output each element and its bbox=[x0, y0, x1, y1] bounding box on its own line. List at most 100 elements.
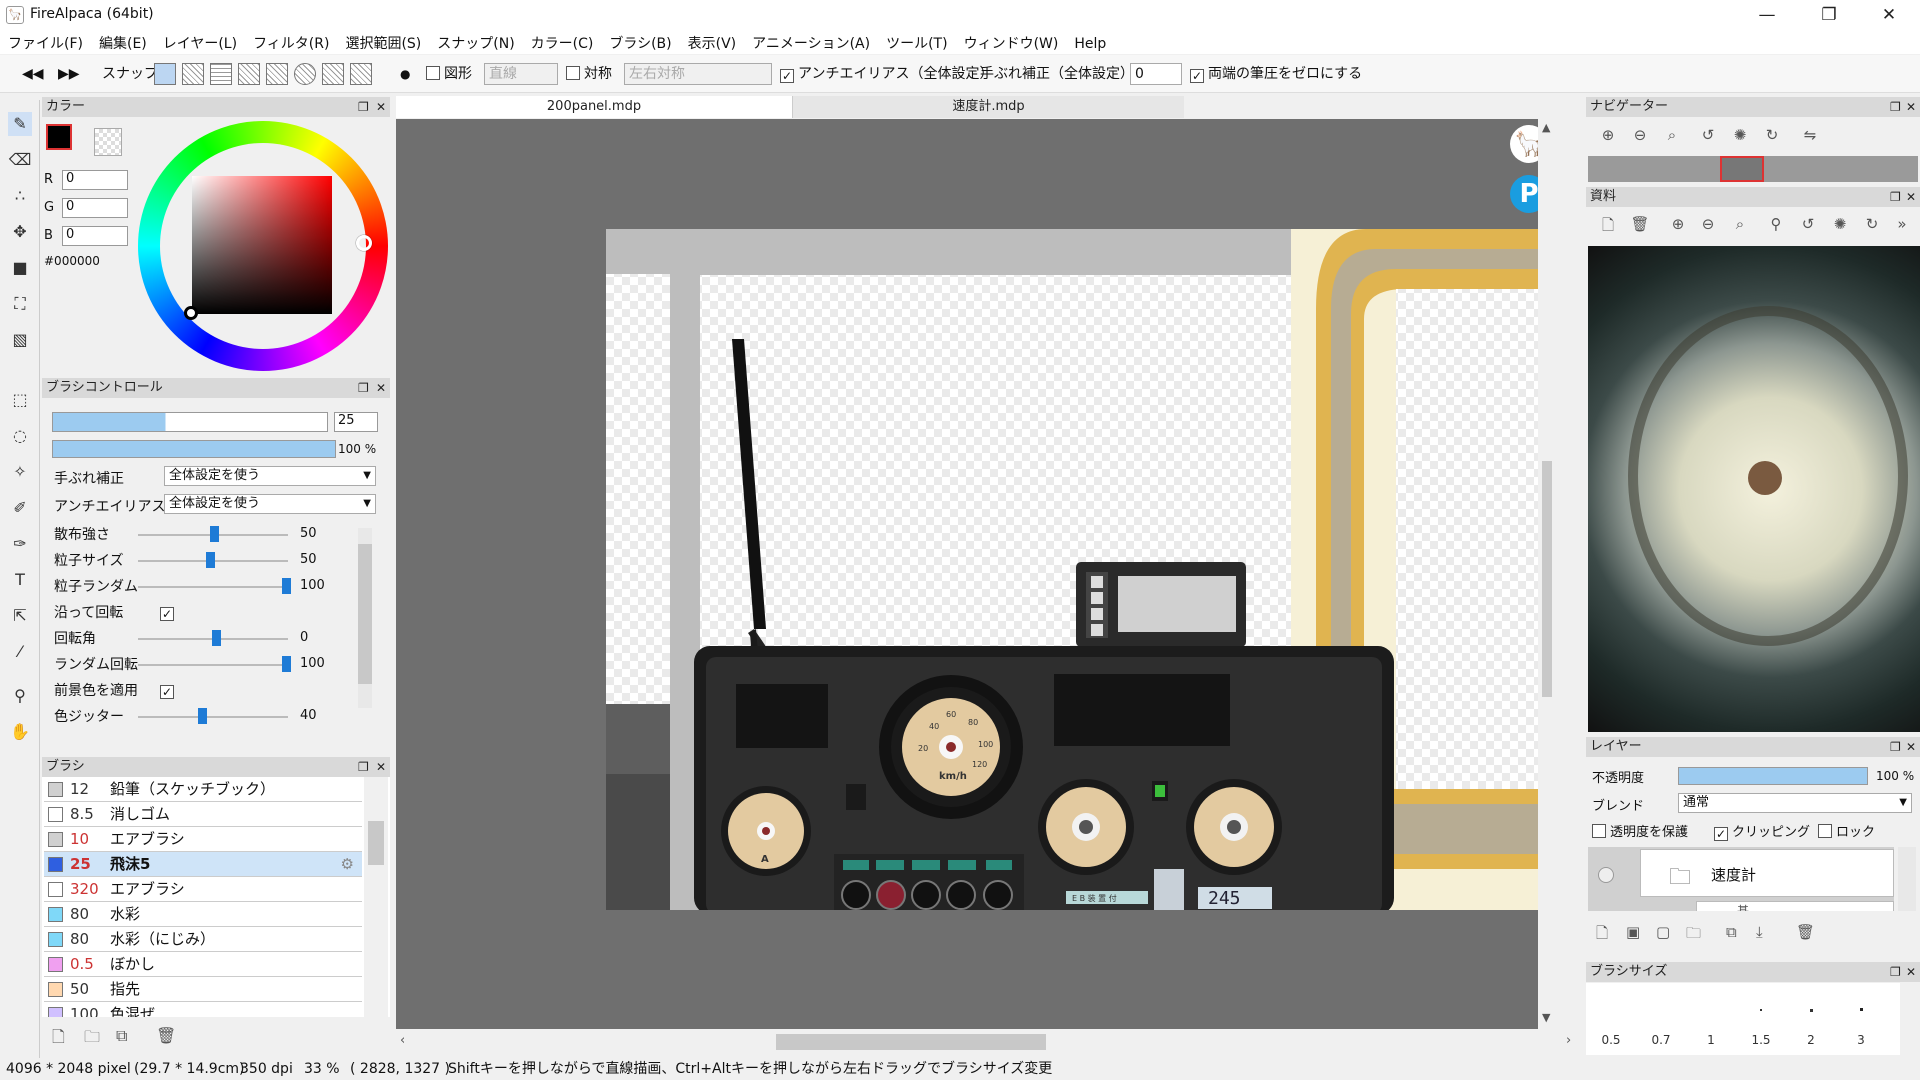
menu-layer[interactable]: レイヤー(L) bbox=[155, 30, 245, 56]
panel-close-icon[interactable]: ✕ bbox=[1906, 97, 1916, 117]
merge-down-icon[interactable]: ⤓ bbox=[1756, 923, 1763, 941]
brush-item[interactable]: 100 色混ぜ bbox=[44, 1002, 362, 1017]
flip-icon[interactable]: ⇋ bbox=[1800, 126, 1820, 146]
menu-edit[interactable]: 編集(E) bbox=[91, 30, 155, 56]
scrollbar-thumb[interactable] bbox=[368, 821, 384, 865]
g-input[interactable]: 0 bbox=[62, 198, 128, 218]
slider-thumb[interactable] bbox=[198, 708, 207, 724]
antialias-dropdown[interactable]: 全体設定を使う ▼ bbox=[164, 494, 376, 514]
canvas-area[interactable]: 🦙 P 40 60 80 100 120 20 km/h A E B 装 置 付… bbox=[396, 119, 1556, 1029]
gradient-tool-icon[interactable]: ▧ bbox=[8, 328, 32, 352]
rotate-along-checkbox[interactable]: ✓ bbox=[160, 604, 178, 621]
menu-help[interactable]: Help bbox=[1066, 33, 1114, 55]
trash-icon[interactable]: 🗑 bbox=[1796, 923, 1815, 941]
saturation-value-square[interactable] bbox=[192, 176, 332, 314]
menu-snap[interactable]: スナップ(N) bbox=[429, 30, 522, 56]
horizontal-scrollbar-thumb[interactable] bbox=[776, 1034, 1046, 1050]
brush-size-option[interactable]: 0.5 bbox=[1586, 1033, 1636, 1047]
layer-opacity-bar[interactable] bbox=[1678, 767, 1868, 785]
antialias-toggle[interactable]: ✓ アンチエイリアス（全体設定） bbox=[780, 62, 993, 86]
rotate-right-icon[interactable]: ↻ bbox=[1762, 126, 1782, 146]
brush-item[interactable]: 12 鉛筆（スケッチブック） bbox=[44, 777, 362, 802]
maximize-button[interactable]: ❐ bbox=[1806, 0, 1852, 30]
gear-icon[interactable]: ⚙ bbox=[341, 852, 354, 876]
param-slider[interactable] bbox=[138, 716, 288, 718]
rotate-reset-icon[interactable]: ✺ bbox=[1730, 126, 1750, 146]
slider-thumb[interactable] bbox=[206, 552, 215, 568]
brush-size-option[interactable]: 1 bbox=[1686, 1033, 1736, 1047]
protect-alpha-checkbox[interactable] bbox=[1592, 824, 1606, 838]
eraser-tool-icon[interactable]: ⌫ bbox=[8, 148, 32, 172]
panel-close-icon[interactable]: ✕ bbox=[376, 757, 386, 777]
brush-size-bar[interactable] bbox=[52, 412, 328, 432]
trash-icon[interactable]: 🗑 bbox=[1630, 215, 1650, 235]
brush-size-option[interactable]: 2 bbox=[1786, 1033, 1836, 1047]
color-cursor[interactable] bbox=[184, 306, 198, 320]
hue-cursor[interactable] bbox=[356, 235, 372, 251]
shape-checkbox[interactable] bbox=[426, 66, 440, 80]
zoom-in-icon[interactable]: ⊕ bbox=[1668, 215, 1688, 235]
new-8bit-layer-icon[interactable]: ▣ bbox=[1626, 923, 1640, 941]
vertical-scrollbar-thumb[interactable] bbox=[1542, 461, 1552, 697]
tab-speedometer[interactable]: 速度計.mdp bbox=[792, 96, 1184, 118]
pressure-checkbox[interactable]: ✓ bbox=[1190, 69, 1204, 83]
lock-toggle[interactable]: ロック bbox=[1818, 821, 1875, 840]
duplicate-icon[interactable]: ⧉ bbox=[116, 1026, 127, 1046]
fill-rect-tool-icon[interactable]: ■ bbox=[8, 256, 32, 280]
snap-curve-icon[interactable] bbox=[322, 63, 344, 85]
menu-window[interactable]: ウィンドウ(W) bbox=[956, 30, 1067, 56]
menu-file[interactable]: ファイル(F) bbox=[0, 30, 91, 56]
background-color-swatch[interactable] bbox=[94, 128, 122, 156]
brush-item[interactable]: 320 エアブラシ bbox=[44, 877, 362, 902]
panel-float-icon[interactable]: ❐ bbox=[1890, 97, 1901, 117]
brush-size-option[interactable]: 0.7 bbox=[1636, 1033, 1686, 1047]
dot-icon[interactable]: ● bbox=[400, 62, 410, 86]
brush-size-option[interactable]: 1.5 bbox=[1736, 1033, 1786, 1047]
bucket-tool-icon[interactable]: ⛶ bbox=[8, 292, 32, 316]
snap-circle-icon[interactable] bbox=[294, 63, 316, 85]
symmetry-dropdown[interactable]: 左右対称 bbox=[624, 62, 772, 86]
snap-off-icon[interactable] bbox=[154, 63, 176, 85]
rotate-left-icon[interactable]: ↺ bbox=[1798, 215, 1818, 235]
lock-checkbox[interactable] bbox=[1818, 824, 1832, 838]
brush-opacity-bar[interactable] bbox=[52, 440, 336, 458]
slider-thumb[interactable] bbox=[210, 526, 219, 542]
foreground-color-swatch[interactable] bbox=[46, 124, 72, 150]
panel-float-icon[interactable]: ❐ bbox=[358, 97, 369, 117]
zoom-in-icon[interactable]: ⊕ bbox=[1598, 126, 1618, 146]
dot-tool-icon[interactable]: ∴ bbox=[8, 184, 32, 208]
stabilizer-dropdown[interactable]: 0 bbox=[1130, 62, 1182, 86]
panel-float-icon[interactable]: ❐ bbox=[358, 757, 369, 777]
b-input[interactable]: 0 bbox=[62, 226, 128, 246]
select-eraser-tool-icon[interactable]: ✑ bbox=[8, 532, 32, 556]
layer-row[interactable]: 基 bbox=[1696, 901, 1894, 911]
scroll-left-icon[interactable]: ‹ bbox=[400, 1033, 405, 1048]
new-folder-icon[interactable]: 🗀 bbox=[1686, 923, 1701, 948]
menu-animation[interactable]: アニメーション(A) bbox=[744, 30, 878, 56]
rotate-left-icon[interactable]: ↺ bbox=[1698, 126, 1718, 146]
minimize-button[interactable]: — bbox=[1744, 0, 1790, 30]
clipping-toggle[interactable]: ✓ クリッピング bbox=[1714, 821, 1810, 841]
brush-item[interactable]: 80 水彩（にじみ） bbox=[44, 927, 362, 952]
panel-float-icon[interactable]: ❐ bbox=[1890, 737, 1901, 757]
panel-close-icon[interactable]: ✕ bbox=[376, 378, 386, 398]
menu-tool[interactable]: ツール(T) bbox=[878, 30, 955, 56]
brush-size-input[interactable]: 25 bbox=[334, 412, 378, 432]
visibility-icon[interactable] bbox=[1598, 867, 1614, 883]
foreground-color-checkbox[interactable]: ✓ bbox=[160, 682, 178, 699]
scrollbar[interactable] bbox=[364, 777, 388, 1017]
snap-vanish-icon[interactable] bbox=[266, 63, 288, 85]
slider-thumb[interactable] bbox=[282, 578, 291, 594]
trash-icon[interactable]: 🗑 bbox=[156, 1026, 176, 1045]
prev-icon[interactable]: ◀◀ bbox=[22, 62, 44, 86]
blend-dropdown[interactable]: 通常 ▼ bbox=[1678, 793, 1912, 813]
shape-value[interactable]: 直線 bbox=[484, 63, 558, 85]
pen-tool-icon[interactable]: ✎ bbox=[8, 112, 32, 136]
horizontal-scrollbar[interactable]: ‹ › bbox=[396, 1029, 1571, 1055]
panel-float-icon[interactable]: ❐ bbox=[1890, 962, 1901, 982]
shape-toggle[interactable]: 図形 bbox=[426, 62, 472, 86]
snap-3d-icon[interactable] bbox=[350, 63, 372, 85]
lasso-tool-icon[interactable]: ◌ bbox=[8, 424, 32, 448]
pressure-toggle[interactable]: ✓ 両端の筆圧をゼロにする bbox=[1190, 62, 1362, 86]
new-layer-icon[interactable]: 🗋 bbox=[1596, 923, 1608, 948]
